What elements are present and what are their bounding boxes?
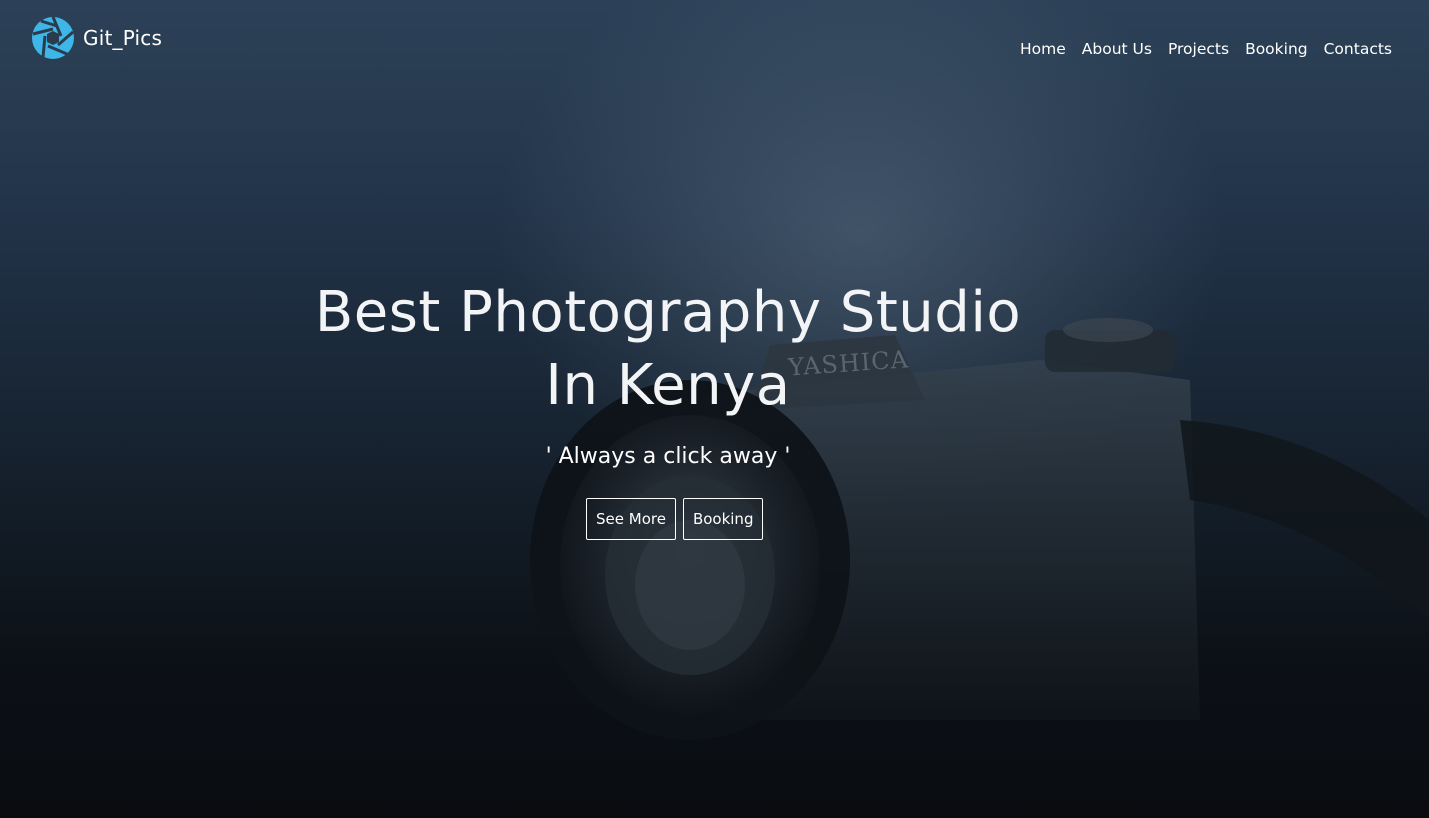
hero-title-line-1: Best Photography Studio (314, 280, 1022, 345)
camera-aperture-icon (32, 16, 74, 59)
nav-home[interactable]: Home (1020, 38, 1066, 60)
booking-button[interactable]: Booking (682, 498, 764, 540)
nav-booking[interactable]: Booking (1245, 38, 1308, 60)
nav-projects[interactable]: Projects (1168, 38, 1229, 60)
hero-tagline: ' Always a click away ' (545, 444, 791, 469)
hero-section: YASHICA Git_Pics Home About Us Projects … (0, 0, 1429, 818)
nav-contacts[interactable]: Contacts (1324, 38, 1392, 60)
nav-about-us[interactable]: About Us (1082, 38, 1152, 60)
main-nav: Home About Us Projects Booking Contacts (1020, 38, 1392, 60)
hero-buttons: See More Booking (586, 498, 764, 540)
site-header: Git_Pics Home About Us Projects Booking … (0, 0, 1429, 90)
see-more-button[interactable]: See More (586, 498, 676, 540)
hero-content: Best Photography Studio In Kenya ' Alway… (218, 276, 1118, 472)
brand-link[interactable]: Git_Pics (31, 16, 162, 60)
hero-title-line-2: In Kenya (545, 353, 791, 418)
brand-name: Git_Pics (83, 26, 163, 50)
hero-title: Best Photography Studio In Kenya (218, 276, 1118, 422)
